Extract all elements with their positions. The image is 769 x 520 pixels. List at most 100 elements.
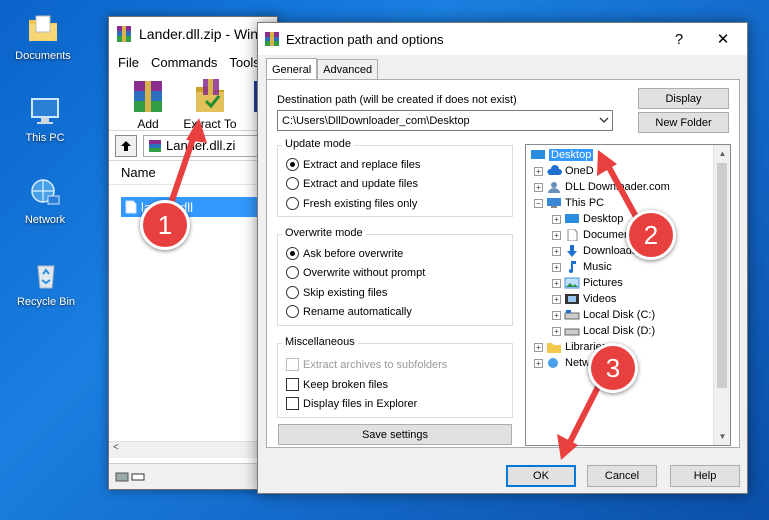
radio-label: Extract and replace files xyxy=(303,158,421,171)
extract-folder-icon xyxy=(196,79,224,112)
radio-rename-automatically[interactable]: Rename automatically xyxy=(286,305,412,318)
help-button[interactable]: Help xyxy=(670,465,740,487)
menu-file[interactable]: File xyxy=(118,55,139,70)
destination-path-input[interactable]: C:\Users\DllDownloader_com\Desktop xyxy=(277,110,613,131)
desktop-icon-documents[interactable]: Documents xyxy=(7,12,79,62)
tree-label: Documen xyxy=(583,229,631,241)
step-marker-1: 1 xyxy=(140,200,190,250)
dll-file-icon xyxy=(125,200,137,214)
radio-button[interactable] xyxy=(286,266,299,279)
expand-icon[interactable]: + xyxy=(552,262,561,272)
add-button[interactable]: Add xyxy=(123,77,173,131)
tree-item-documents[interactable]: + Documen xyxy=(552,227,630,243)
radio-label: Skip existing files xyxy=(303,286,388,299)
radio-button[interactable] xyxy=(286,177,299,190)
expand-icon[interactable]: + xyxy=(534,358,543,368)
close-button[interactable]: ✕ xyxy=(703,23,743,55)
save-settings-button[interactable]: Save settings xyxy=(278,424,512,445)
expand-icon[interactable]: + xyxy=(552,278,561,288)
radio-extract-replace[interactable]: Extract and replace files xyxy=(286,158,420,171)
desktop-icon-this-pc[interactable]: This PC xyxy=(9,94,81,144)
tree-item-desktop[interactable]: + Desktop xyxy=(552,211,623,227)
ok-button[interactable]: OK xyxy=(506,465,576,487)
document-icon xyxy=(567,229,578,241)
column-name-label: Name xyxy=(121,165,156,180)
expand-icon[interactable]: + xyxy=(534,182,543,192)
radio-skip-existing[interactable]: Skip existing files xyxy=(286,286,387,299)
radio-fresh-existing[interactable]: Fresh existing files only xyxy=(286,197,417,210)
collapse-icon[interactable]: − xyxy=(534,198,543,208)
help-title-button[interactable]: ? xyxy=(659,23,699,55)
scroll-thumb[interactable] xyxy=(717,163,727,388)
checkbox[interactable] xyxy=(286,378,299,391)
expand-icon[interactable]: + xyxy=(534,166,543,176)
tree-item-downloads[interactable]: + Downloads xyxy=(552,243,637,259)
cancel-button[interactable]: Cancel xyxy=(587,465,657,487)
winrar-title-bar: Lander.dll.zip - WinR xyxy=(109,17,277,51)
tree-label: Netw xyxy=(565,357,591,369)
radio-button[interactable] xyxy=(286,286,299,299)
radio-label: Overwrite without prompt xyxy=(303,266,426,279)
checkbox-display-in-explorer[interactable]: Display files in Explorer xyxy=(286,397,417,410)
tree-item-local-disk-c[interactable]: + Local Disk (C:) xyxy=(552,307,655,323)
checkbox-keep-broken-files[interactable]: Keep broken files xyxy=(286,378,388,391)
menu-tools[interactable]: Tools xyxy=(229,55,259,70)
radio-overwrite-without-prompt[interactable]: Overwrite without prompt xyxy=(286,266,425,279)
tree-item-music[interactable]: + Music xyxy=(552,259,612,275)
new-folder-button[interactable]: New Folder xyxy=(638,112,729,133)
desktop-icon-recycle-bin[interactable]: Recycle Bin xyxy=(10,258,82,308)
expand-icon[interactable]: + xyxy=(552,294,561,304)
tree-item-videos[interactable]: + Videos xyxy=(552,291,616,307)
tree-item-this-pc[interactable]: − This PC xyxy=(534,195,604,211)
expand-icon[interactable]: + xyxy=(534,342,543,352)
tree-label: Desktop xyxy=(583,213,624,225)
tree-vertical-scrollbar[interactable]: ▲ ▼ xyxy=(713,145,730,445)
chevron-down-icon[interactable] xyxy=(599,115,609,125)
step-marker-3: 3 xyxy=(588,343,638,393)
radio-extract-update[interactable]: Extract and update files xyxy=(286,177,418,190)
expand-icon[interactable]: + xyxy=(552,246,561,256)
expand-icon[interactable]: + xyxy=(552,326,561,336)
up-folder-button[interactable] xyxy=(115,134,137,157)
network-icon xyxy=(548,358,558,368)
drive-icon xyxy=(564,310,580,320)
checkbox[interactable] xyxy=(286,397,299,410)
horizontal-scrollbar[interactable]: < xyxy=(109,441,277,458)
tree-item-local-disk-d[interactable]: + Local Disk (D:) xyxy=(552,323,655,339)
radio-button[interactable] xyxy=(286,305,299,318)
radio-label: Rename automatically xyxy=(303,305,412,318)
computer-icon xyxy=(547,198,561,208)
tree-item-desktop-root[interactable]: Desktop xyxy=(530,147,594,163)
display-button[interactable]: Display xyxy=(638,88,729,109)
tab-advanced[interactable]: Advanced xyxy=(317,59,379,80)
scroll-up-arrow[interactable]: ▲ xyxy=(714,145,730,162)
miscellaneous-title: Miscellaneous xyxy=(282,336,358,348)
radio-button[interactable] xyxy=(286,158,299,171)
tree-item-onedrive[interactable]: + OneD xyxy=(534,163,594,179)
scroll-left-arrow[interactable]: < xyxy=(113,442,119,453)
folder-tree[interactable]: Desktop + OneD + DLL Downloader.com − Th… xyxy=(525,144,731,446)
overwrite-mode-title: Overwrite mode xyxy=(282,227,366,239)
checkbox-label: Extract archives to subfolders xyxy=(303,358,448,371)
extract-to-button[interactable]: Extract To xyxy=(179,77,241,131)
cloud-icon xyxy=(547,165,562,175)
expand-icon[interactable]: + xyxy=(552,230,561,240)
tree-item-dll-downloader[interactable]: + DLL Downloader.com xyxy=(534,179,670,195)
scroll-down-arrow[interactable]: ▼ xyxy=(714,428,730,445)
desktop-icon xyxy=(531,150,545,159)
tree-label: Local Disk (C:) xyxy=(583,309,656,321)
tree-item-network[interactable]: + Netw xyxy=(534,355,590,371)
desktop-icon-network[interactable]: Network xyxy=(9,176,81,226)
expand-icon[interactable]: + xyxy=(552,214,561,224)
menu-commands[interactable]: Commands xyxy=(151,55,217,70)
expand-icon[interactable]: + xyxy=(552,310,561,320)
winrar-window: Lander.dll.zip - WinR File Commands Tool… xyxy=(108,16,278,490)
radio-button[interactable] xyxy=(286,197,299,210)
tree-item-pictures[interactable]: + Pictures xyxy=(552,275,623,291)
tree-label: OneD xyxy=(565,165,594,177)
overwrite-mode-group: Overwrite mode Ask before overwrite Over… xyxy=(277,227,513,326)
column-header-name[interactable]: Name xyxy=(109,161,277,185)
radio-button[interactable] xyxy=(286,247,299,260)
tab-general[interactable]: General xyxy=(266,58,318,80)
radio-ask-before-overwrite[interactable]: Ask before overwrite xyxy=(286,247,403,260)
